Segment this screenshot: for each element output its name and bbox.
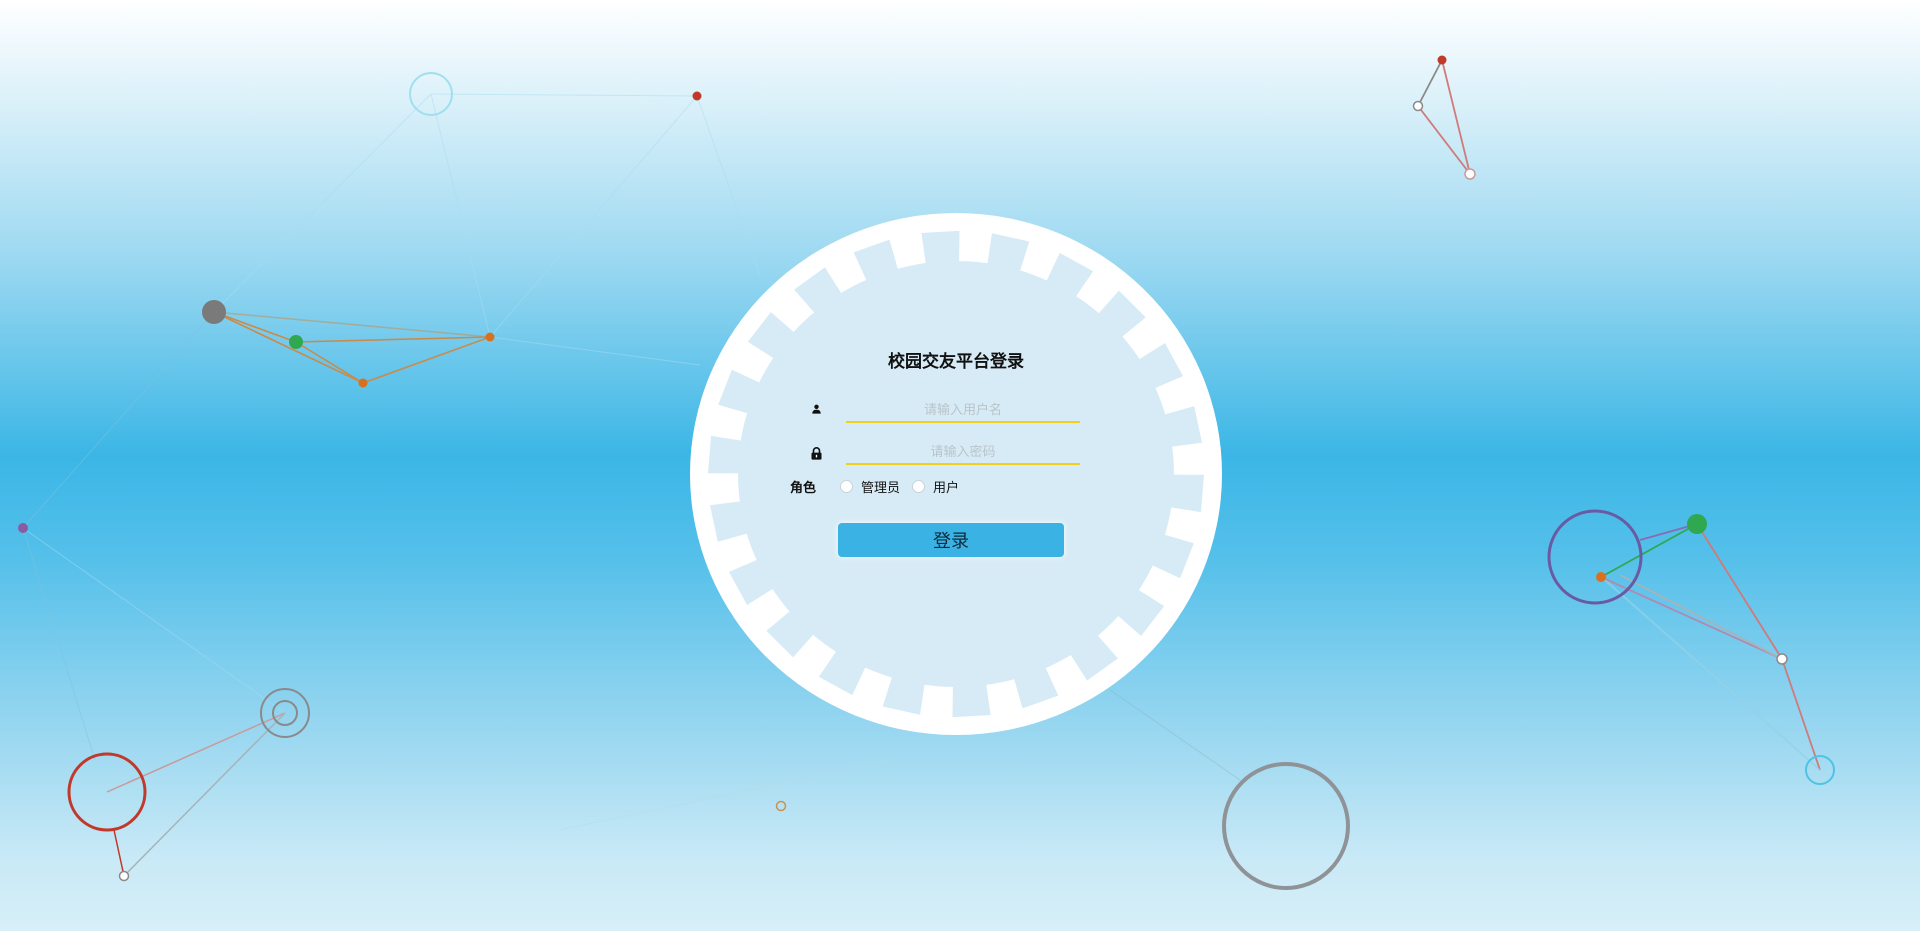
login-panel: 校园交友平台登录 角色 管理员 用户 登录 <box>690 213 1222 735</box>
password-field <box>808 441 1088 467</box>
lock-icon <box>808 445 824 461</box>
password-input[interactable] <box>846 441 1080 465</box>
login-title: 校园交友平台登录 <box>888 352 1024 372</box>
role-admin-radio[interactable] <box>840 479 854 493</box>
role-label: 角色 <box>790 480 817 496</box>
role-user-label[interactable]: 用户 <box>933 477 959 496</box>
login-button[interactable]: 登录 <box>838 523 1064 557</box>
role-selector: 角色 管理员 用户 <box>790 476 971 496</box>
username-field <box>808 399 1088 425</box>
username-input[interactable] <box>846 399 1080 423</box>
user-icon <box>808 401 824 417</box>
role-user-radio[interactable] <box>912 479 926 493</box>
role-admin-label[interactable]: 管理员 <box>861 477 900 496</box>
